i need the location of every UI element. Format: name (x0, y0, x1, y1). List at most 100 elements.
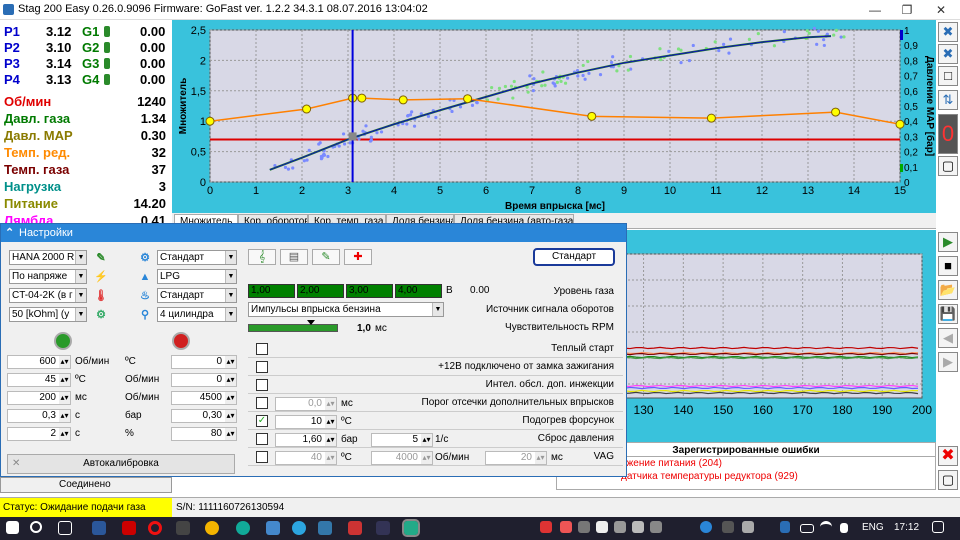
tune-icon[interactable]: 𝄞 (248, 249, 276, 265)
task-view-icon[interactable] (58, 521, 72, 535)
injector-small-icon[interactable]: ✎ (312, 249, 340, 265)
app-icon[interactable] (122, 521, 136, 535)
add-icon[interactable]: ✚ (344, 249, 372, 265)
pressure-rate-field[interactable]: 5 ▴▾ (371, 433, 433, 447)
error-item[interactable]: датчика температуры редуктора (929) (621, 471, 798, 482)
calib-left-field[interactable]: 0,3 ▴▾ (7, 409, 71, 423)
chevron-down-icon[interactable]: ▼ (225, 251, 236, 264)
tray-icon[interactable] (742, 521, 754, 533)
spin-icon[interactable]: ▴▾ (325, 452, 336, 464)
left-select[interactable]: 50 [kOhm] (у ▼ (9, 307, 87, 322)
play-icon[interactable]: ▶ (938, 232, 958, 252)
digit-icon[interactable]: 0 (938, 114, 958, 154)
next-icon[interactable]: ▶ (938, 352, 958, 372)
clear-all-icon[interactable]: ✖ (938, 44, 958, 64)
extra-injection-checkbox[interactable] (256, 379, 268, 391)
frame-icon[interactable]: □ (938, 66, 958, 86)
calib-left-field[interactable]: 45 ▴▾ (7, 373, 71, 387)
spin-icon[interactable]: ▴▾ (225, 356, 236, 368)
pressure-field[interactable]: 1,60 ▴▾ (275, 433, 337, 447)
heater-field[interactable]: 10 ▴▾ (275, 415, 337, 429)
volume-icon[interactable] (840, 523, 848, 533)
spin-icon[interactable]: ▴▾ (59, 428, 70, 440)
heater-checkbox[interactable]: ✓ (256, 415, 268, 427)
chevron-down-icon[interactable]: ▼ (75, 289, 86, 302)
spin-icon[interactable]: ▴▾ (225, 428, 236, 440)
app-icon[interactable] (266, 521, 280, 535)
spin-icon[interactable]: ▴▾ (225, 374, 236, 386)
language-indicator[interactable]: ENG (862, 522, 884, 533)
tray-icon[interactable] (596, 521, 608, 533)
app-icon[interactable] (236, 521, 250, 535)
app-icon[interactable] (318, 521, 332, 535)
multiplier-point[interactable] (587, 111, 597, 121)
list-icon[interactable]: ▤ (280, 249, 308, 265)
close-icon[interactable]: ✕ (926, 0, 956, 20)
tray-icon[interactable] (650, 521, 662, 533)
multiplier-point[interactable] (831, 107, 841, 117)
stag-app-icon[interactable] (402, 519, 420, 537)
chevron-down-icon[interactable]: ▼ (75, 308, 86, 321)
spin-icon[interactable]: ▴▾ (225, 392, 236, 404)
notifications-icon[interactable] (932, 521, 944, 533)
save-icon[interactable]: 💾 (938, 304, 958, 324)
bluetooth-icon[interactable] (780, 521, 790, 533)
search-icon[interactable] (30, 521, 42, 533)
calib-left-field[interactable]: 200 ▴▾ (7, 391, 71, 405)
chevron-down-icon[interactable]: ▼ (225, 289, 236, 302)
opera-icon[interactable] (148, 521, 162, 535)
spin-icon[interactable]: ▴▾ (325, 416, 336, 428)
chevron-down-icon[interactable]: ▼ (75, 251, 86, 264)
clear-icon[interactable]: ✖ (938, 22, 958, 42)
left-select[interactable]: CT-04-2K (в г ▼ (9, 288, 87, 303)
clear-errors-icon[interactable]: ✖ (938, 446, 958, 466)
tray-icon[interactable] (632, 521, 644, 533)
calib-right-field[interactable]: 4500 ▴▾ (171, 391, 237, 405)
vag-time-field[interactable]: 20 ▴▾ (485, 451, 547, 465)
calib-right-field[interactable]: 0 ▴▾ (171, 373, 237, 387)
spin-icon[interactable]: ▴▾ (535, 452, 546, 464)
warm-start-checkbox[interactable] (256, 343, 268, 355)
multiplier-point[interactable] (463, 94, 473, 104)
vag-rpm-field[interactable]: 4000 ▴▾ (371, 451, 433, 465)
tray-icon[interactable] (578, 521, 590, 533)
cutoff-checkbox[interactable] (256, 397, 268, 409)
calib-right-field[interactable]: 80 ▴▾ (171, 427, 237, 441)
spin-icon[interactable]: ▴▾ (225, 410, 236, 422)
calib-left-field[interactable]: 600 ▴▾ (7, 355, 71, 369)
tray-icon[interactable] (560, 521, 572, 533)
spin-icon[interactable]: ▴▾ (59, 410, 70, 422)
unlock-icon[interactable] (54, 332, 72, 350)
connection-select[interactable]: Соединено (0, 477, 172, 493)
calib-right-field[interactable]: 0 ▴▾ (171, 355, 237, 369)
windows-start-icon[interactable] (6, 521, 19, 534)
rpm-source-select[interactable]: Импульсы впрыска бензина ▼ (248, 302, 444, 317)
spin-icon[interactable]: ▴▾ (325, 398, 336, 410)
multiplier-chart[interactable]: 0 1 2 3 4 5 6 7 8 9 10 11 12 13 14 15 0 0,5 1 1,5 2 2,5 0 0,1 0,… (172, 20, 936, 213)
collapse-icon[interactable]: ⌃ (5, 224, 14, 242)
right-select[interactable]: Стандарт ▼ (157, 250, 237, 265)
app-icon[interactable] (176, 521, 190, 535)
multiplier-point[interactable] (357, 93, 367, 103)
right-select[interactable]: 4 цилиндра ▼ (157, 307, 237, 322)
vag-temp-field[interactable]: 40 ▴▾ (275, 451, 337, 465)
hp-icon[interactable] (700, 521, 712, 533)
prev-icon[interactable]: ◀ (938, 328, 958, 348)
flip-icon[interactable]: ⇅ (938, 90, 958, 110)
autocalibration-button[interactable]: ✕ Автокалибровка (7, 454, 235, 474)
settings-titlebar[interactable]: ⌃ Настройки (1, 224, 626, 242)
errors-square-icon[interactable]: ▢ (938, 470, 958, 490)
left-select[interactable]: По напряже ▼ (9, 269, 87, 284)
telegram-icon[interactable] (292, 521, 306, 535)
calib-right-field[interactable]: 0,30 ▴▾ (171, 409, 237, 423)
pressure-reset-checkbox[interactable] (256, 433, 268, 445)
multiplier-point[interactable] (706, 113, 716, 123)
left-select[interactable]: HANA 2000 R ▼ (9, 250, 87, 265)
multiplier-point[interactable] (398, 95, 408, 105)
maximize-icon[interactable]: ❐ (892, 0, 922, 20)
clock[interactable]: 17:12 (894, 522, 919, 533)
lock-icon[interactable] (172, 332, 190, 350)
rpm-sensitivity-slider[interactable] (248, 324, 338, 332)
app-icon[interactable] (376, 521, 390, 535)
right-select[interactable]: LPG ▼ (157, 269, 237, 284)
